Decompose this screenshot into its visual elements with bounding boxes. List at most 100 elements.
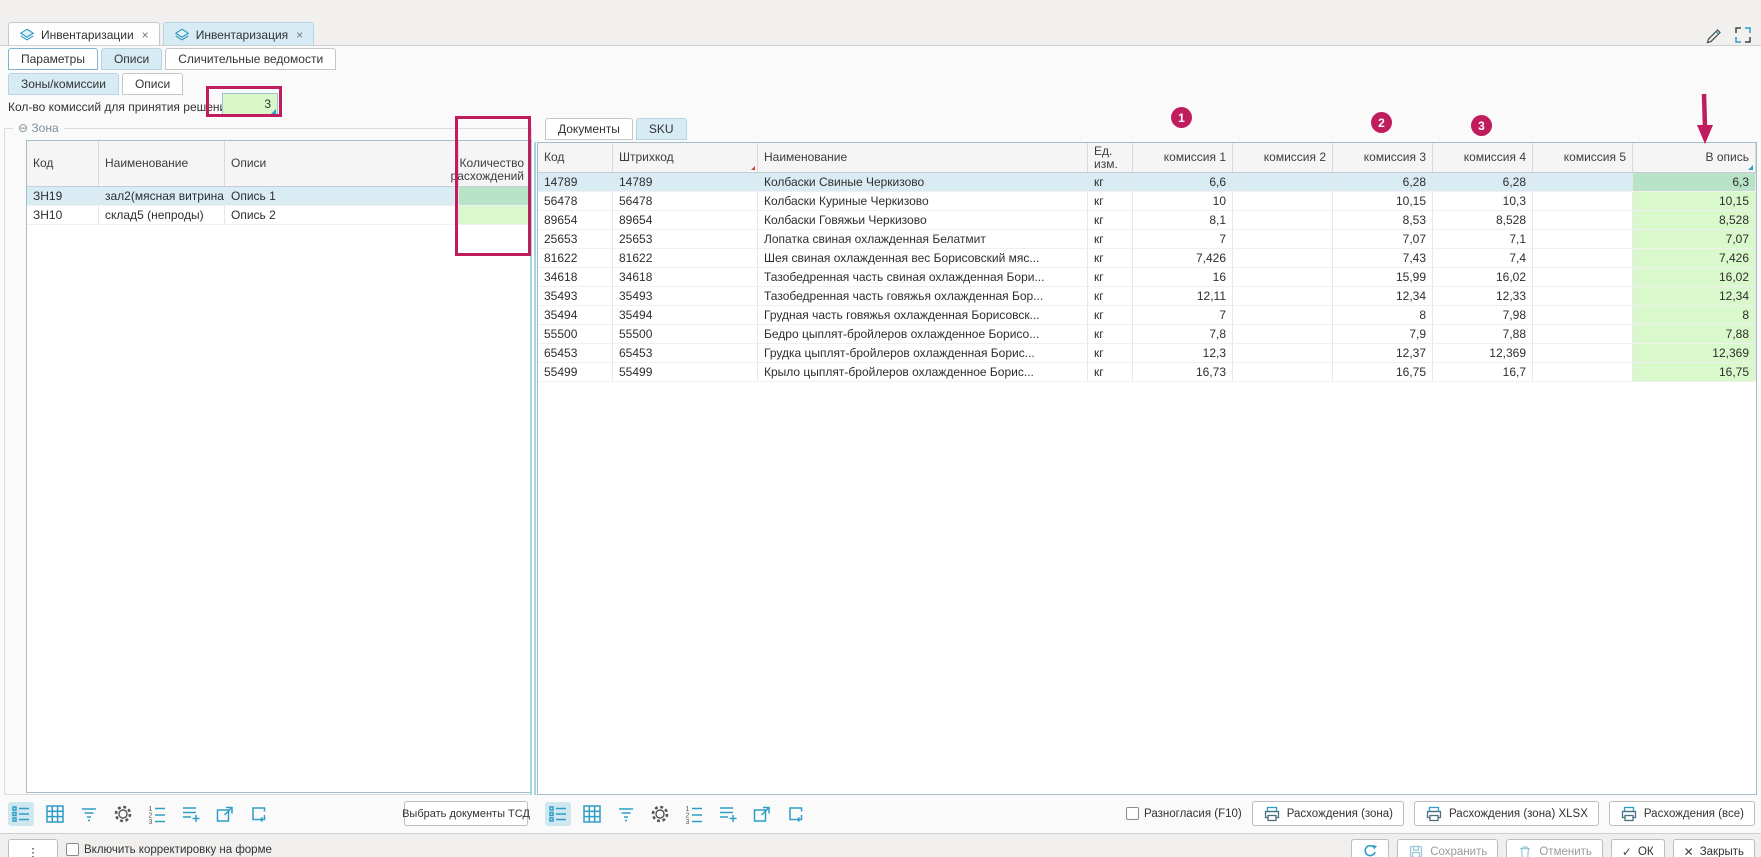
cell: 89654: [538, 211, 613, 229]
grouping-icon[interactable]: [545, 802, 571, 826]
fullscreen-icon[interactable]: [1733, 25, 1753, 45]
table-row[interactable]: 3461834618Тазобедренная часть свиная охл…: [538, 268, 1756, 287]
collapse-icon[interactable]: ⊖: [18, 121, 28, 135]
tab-inventarizatsii[interactable]: Инвентаризации ×: [8, 22, 160, 46]
sku-toolbar: 123: [545, 800, 809, 828]
close-tab-icon[interactable]: ×: [296, 28, 303, 42]
cell: 12,11: [1133, 287, 1233, 305]
adjust-checkbox[interactable]: [66, 843, 79, 856]
cell: 16,02: [1633, 268, 1756, 286]
cell: 12,369: [1633, 344, 1756, 362]
grid-view-icon[interactable]: [42, 802, 68, 826]
cell: 55500: [538, 325, 613, 343]
column-header[interactable]: комиссия 3: [1333, 143, 1433, 172]
adjust-checkbox-label: Включить корректировку на форме: [84, 844, 272, 856]
tab-label: Инвентаризации: [41, 28, 134, 42]
table-row[interactable]: 8965489654Колбаски Говяжьи Черкизовокг8,…: [538, 211, 1756, 230]
tab-zony-komissii[interactable]: Зоны/комиссии: [8, 73, 119, 95]
refresh-button[interactable]: [1351, 839, 1389, 857]
cell: зал2(мясная витрина): [99, 187, 225, 205]
numbered-list-icon[interactable]: 123: [681, 802, 707, 826]
button-label: Отменить: [1539, 846, 1592, 857]
settings-gear-icon[interactable]: [110, 802, 136, 826]
export-icon[interactable]: [212, 802, 238, 826]
discrepancy-zone-xlsx-button[interactable]: Расхождения (зона) XLSX: [1414, 801, 1599, 826]
cell: [1233, 249, 1333, 267]
cell: [1233, 363, 1333, 381]
tab-opisi[interactable]: Описи: [101, 48, 162, 70]
settings-gear-icon[interactable]: [647, 802, 673, 826]
cell: 16,73: [1133, 363, 1233, 381]
diff-checkbox[interactable]: [1126, 807, 1139, 820]
column-header[interactable]: Ед. изм.: [1088, 143, 1133, 172]
cell: Колбаски Говяжьи Черкизово: [758, 211, 1088, 229]
column-header[interactable]: комиссия 2: [1233, 143, 1333, 172]
tab-dokumenty[interactable]: Документы: [545, 118, 633, 140]
diamond-icon: [174, 27, 190, 43]
cell: кг: [1088, 192, 1133, 210]
cell: 7,4: [1433, 249, 1533, 267]
ok-button[interactable]: ✓ ОК: [1611, 839, 1665, 857]
table-row[interactable]: 5549955499Крыло цыплят-бройлеров охлажде…: [538, 363, 1756, 382]
table-row[interactable]: 1478914789Колбаски Свиные Черкизовокг6,6…: [538, 173, 1756, 192]
grid-view-icon[interactable]: [579, 802, 605, 826]
discrepancy-zone-button[interactable]: Расхождения (зона): [1252, 801, 1404, 826]
tab-opisi-sub[interactable]: Описи: [122, 73, 183, 95]
table-row[interactable]: 5647856478Колбаски Куриные Черкизовокг10…: [538, 192, 1756, 211]
cell: кг: [1088, 211, 1133, 229]
cancel-button[interactable]: Отменить: [1506, 839, 1603, 857]
add-row-icon[interactable]: [178, 802, 204, 826]
column-header[interactable]: Код: [27, 141, 99, 186]
cell: [1233, 211, 1333, 229]
adjust-checkbox-row[interactable]: Включить корректировку на форме: [66, 843, 272, 856]
close-tab-icon[interactable]: ×: [142, 28, 149, 42]
table-row[interactable]: 6545365453Грудка цыплят-бройлеров охлажд…: [538, 344, 1756, 363]
reload-icon[interactable]: [783, 802, 809, 826]
cell: [1233, 306, 1333, 324]
cell: 14789: [538, 173, 613, 191]
add-row-icon[interactable]: [715, 802, 741, 826]
column-header[interactable]: комиссия 5: [1533, 143, 1633, 172]
cell: кг: [1088, 287, 1133, 305]
tab-inventarizatsiya[interactable]: Инвентаризация ×: [163, 22, 314, 46]
cell: 8,528: [1433, 211, 1533, 229]
numbered-list-icon[interactable]: 123: [144, 802, 170, 826]
cell: 7,426: [1133, 249, 1233, 267]
cell: 81622: [613, 249, 758, 267]
close-button[interactable]: ✕ Закрыть: [1673, 839, 1755, 857]
reload-icon[interactable]: [246, 802, 272, 826]
tab-parametry[interactable]: Параметры: [8, 48, 98, 70]
cell: [1233, 268, 1333, 286]
column-header[interactable]: Код: [538, 143, 613, 172]
edit-pencil-icon[interactable]: [1703, 25, 1723, 45]
table-row[interactable]: 5550055500Бедро цыплят-бройлеров охлажде…: [538, 325, 1756, 344]
cell: [1533, 287, 1633, 305]
diff-checkbox-row[interactable]: Разногласия (F10): [1126, 807, 1242, 820]
table-row[interactable]: 8162281622Шея свиная охлажденная вес Бор…: [538, 249, 1756, 268]
table-row[interactable]: 3549335493Тазобедренная часть говяжья ох…: [538, 287, 1756, 306]
table-row[interactable]: 2565325653Лопатка свиная охлажденная Бел…: [538, 230, 1756, 249]
column-header[interactable]: Наименование: [758, 143, 1088, 172]
column-header[interactable]: Наименование: [99, 141, 225, 186]
cell: 8,1: [1133, 211, 1233, 229]
tab-slichitelnye-vedomosti[interactable]: Сличительные ведомости: [165, 48, 336, 70]
save-button[interactable]: Сохранить: [1397, 839, 1498, 857]
column-header[interactable]: Описи: [225, 141, 459, 186]
column-header[interactable]: комиссия 4: [1433, 143, 1533, 172]
menu-dots-button[interactable]: ⋮: [8, 839, 58, 857]
tab-sku[interactable]: SKU: [636, 118, 687, 140]
grouping-icon[interactable]: [8, 802, 34, 826]
filter-icon[interactable]: [76, 802, 102, 826]
cell: 16,7: [1433, 363, 1533, 381]
cell: 35493: [538, 287, 613, 305]
export-icon[interactable]: [749, 802, 775, 826]
column-header[interactable]: комиссия 1: [1133, 143, 1233, 172]
column-header[interactable]: Штрихкод: [613, 143, 758, 172]
table-row[interactable]: 3549435494Грудная часть говяжья охлажден…: [538, 306, 1756, 325]
select-tsd-documents-button[interactable]: Выбрать документы ТСД: [404, 801, 528, 826]
cell: Колбаски Куриные Черкизово: [758, 192, 1088, 210]
filter-icon[interactable]: [613, 802, 639, 826]
form-buttons: Сохранить Отменить ✓ ОК ✕ Закрыть: [1351, 839, 1755, 857]
discrepancy-all-button[interactable]: Расхождения (все): [1609, 801, 1755, 826]
cell: ЗН10: [27, 206, 99, 224]
